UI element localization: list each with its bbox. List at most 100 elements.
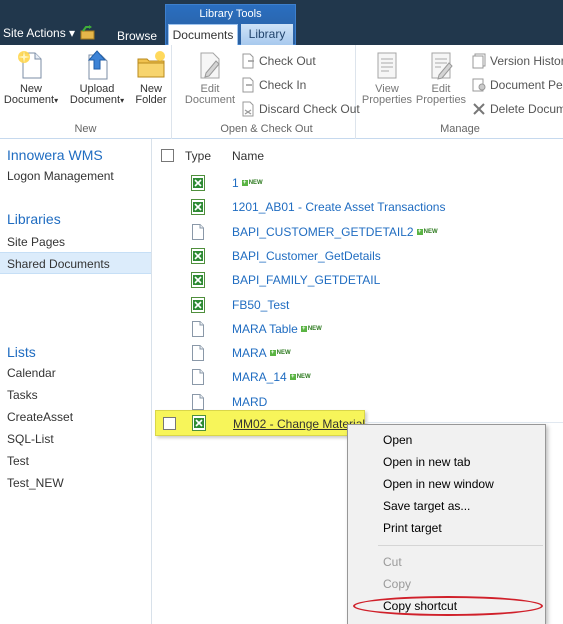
new-badge: + NEW [289,374,311,381]
document-row[interactable]: MARA + NEW [153,341,563,365]
check-out-button[interactable]: Check Out [240,53,316,69]
menu-item-cut[interactable]: Cut [383,555,402,569]
edit-properties-icon [425,49,457,81]
new-badge: + NEW [416,228,438,235]
navigate-up-icon[interactable] [80,24,96,40]
ribbon-group-label-new: New [74,123,97,135]
discard-check-out-label: Discard Check Out [259,102,360,116]
version-history-button[interactable]: Version History [471,53,563,69]
nav-sql-list[interactable]: SQL-List [7,432,54,446]
nav-shared-documents[interactable]: Shared Documents [0,252,151,274]
document-row[interactable]: 1 + NEW [153,171,563,195]
new-document-button[interactable]: New Document▾ [2,49,60,106]
nav-tasks[interactable]: Tasks [7,388,38,402]
new-badge-label: NEW [248,180,263,186]
new-badge: + NEW [300,325,322,332]
document-name-link[interactable]: BAPI_Customer_GetDetails [232,249,381,263]
site-actions-menu[interactable]: Site Actions ▾ [3,26,75,40]
excel-file-icon [191,272,205,289]
context-menu: Open Open in new tab Open in new window … [347,424,546,624]
selected-document-row[interactable]: MM02 - Change Material [155,410,365,436]
view-properties-icon [371,49,403,81]
upload-document-button[interactable]: Upload Document▾ [66,49,128,106]
nav-logon-management[interactable]: Logon Management [7,169,114,183]
document-file-icon [191,223,205,240]
nav-test[interactable]: Test [7,454,29,468]
document-name-link[interactable]: BAPI_CUSTOMER_GETDETAIL2 [232,225,414,239]
libraries-heading[interactable]: Libraries [7,211,61,227]
delete-icon [471,101,487,117]
ribbon-group-manage: View Properties Edit Properties Version … [357,45,563,139]
tab-browse[interactable]: Browse [117,29,157,43]
annotation-circle [353,596,543,616]
document-name-link[interactable]: MARA_14 [232,370,287,384]
discard-check-out-icon [240,101,256,117]
select-all-checkbox[interactable] [161,149,174,162]
menu-item-open[interactable]: Open [383,433,412,447]
document-name-link[interactable]: MM02 - Change Material [233,417,365,431]
document-row[interactable]: MARA Table + NEW [153,317,563,341]
nav-test-new[interactable]: Test_NEW [7,476,64,490]
document-row[interactable]: MARA_14 + NEW [153,365,563,389]
row-divider [365,422,563,423]
view-properties-label-2: Properties [361,94,413,106]
nav-site-pages[interactable]: Site Pages [7,235,65,249]
new-plus-icon: + [289,374,296,381]
tab-library[interactable]: Library [241,24,293,45]
version-history-icon [471,53,487,69]
check-out-icon [240,53,256,69]
document-name-link[interactable]: 1 [232,176,239,190]
quick-launch: Innowera WMS Logon Management Libraries … [0,139,152,624]
excel-file-icon [191,199,205,216]
nav-createasset[interactable]: CreateAsset [7,410,73,424]
nav-calendar[interactable]: Calendar [7,366,56,380]
edit-document-button[interactable]: Edit Document [182,49,238,106]
row-checkbox[interactable] [163,417,176,430]
site-title-link[interactable]: Innowera WMS [7,147,103,163]
document-name-link[interactable]: MARA Table [232,322,298,336]
document-row[interactable]: BAPI_Customer_GetDetails [153,244,563,268]
document-name-link[interactable]: 1201_AB01 - Create Asset Transactions [232,200,445,214]
upload-document-icon [81,49,113,81]
edit-document-icon [194,49,226,81]
check-in-button[interactable]: Check In [240,77,306,93]
menu-item-print-target[interactable]: Print target [383,521,442,535]
tab-documents[interactable]: Documents [168,24,238,45]
document-name-link[interactable]: MARD [232,395,267,409]
document-row[interactable]: FB50_Test [153,293,563,317]
menu-item-open-new-tab[interactable]: Open in new tab [383,455,470,469]
menu-separator [378,545,543,546]
document-row[interactable]: 1201_AB01 - Create Asset Transactions [153,195,563,219]
edit-properties-button[interactable]: Edit Properties [413,49,469,106]
menu-item-copy[interactable]: Copy [383,577,411,591]
dropdown-caret-icon: ▾ [54,96,59,105]
document-permissions-button[interactable]: Document Perm [471,77,563,93]
ribbon-group-new: New Document▾ Upload Document▾ New Folde… [0,45,172,139]
document-file-icon [191,345,205,362]
discard-check-out-button[interactable]: Discard Check Out [240,101,360,117]
column-header-type[interactable]: Type [185,149,211,163]
new-plus-icon: + [300,325,307,332]
new-document-label-2: Document [3,94,55,106]
new-badge: + NEW [269,350,291,357]
lists-heading[interactable]: Lists [7,344,36,360]
edit-properties-label-2: Properties [415,94,467,106]
document-name-link[interactable]: BAPI_FAMILY_GETDETAIL [232,273,380,287]
new-badge-label: NEW [276,350,291,357]
document-row[interactable]: BAPI_CUSTOMER_GETDETAIL2 + NEW [153,220,563,244]
edit-document-label-2: Document [184,94,236,106]
menu-item-save-target-as[interactable]: Save target as... [383,499,470,513]
delete-document-button[interactable]: Delete Docume [471,101,563,117]
column-header-name[interactable]: Name [232,149,264,163]
new-plus-icon: + [269,350,276,357]
new-badge-label: NEW [307,325,322,332]
view-properties-button[interactable]: View Properties [359,49,415,106]
menu-item-open-new-window[interactable]: Open in new window [383,477,494,491]
document-name-link[interactable]: MARA [232,346,267,360]
upload-document-label-2: Document [69,94,121,106]
delete-document-label: Delete Docume [490,102,563,116]
new-plus-icon: + [241,180,248,186]
new-folder-button[interactable]: New Folder [130,49,172,106]
document-name-link[interactable]: FB50_Test [232,298,289,312]
document-row[interactable]: BAPI_FAMILY_GETDETAIL [153,268,563,292]
